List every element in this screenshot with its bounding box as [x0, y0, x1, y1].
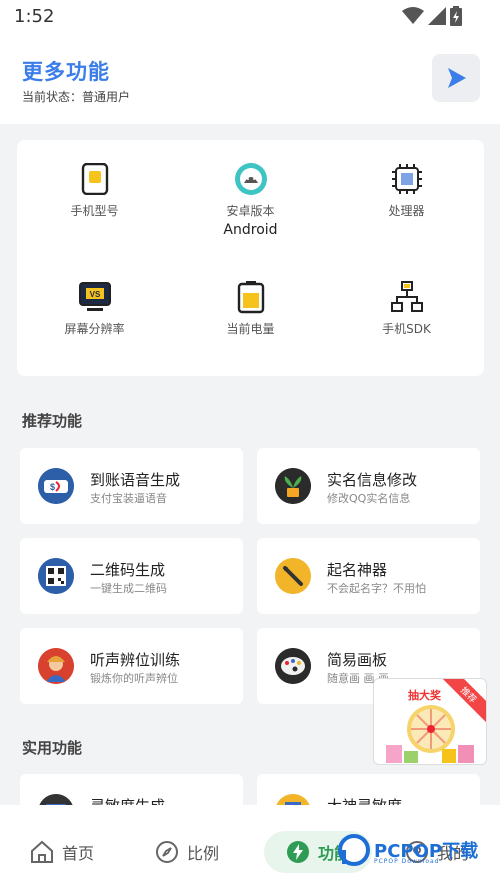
device-info-card: 手机型号 安卓版本 Android 处理器 VS 屏幕分辨率 当前电量 手机SD… — [17, 140, 484, 376]
wifi-icon — [402, 7, 424, 24]
feature-sound-training[interactable]: 听声辨位训练 锻炼你的听声辨位 — [20, 628, 243, 704]
feature-payment-voice[interactable]: $ 到账语音生成 支付宝装逼语音 — [20, 448, 243, 524]
info-label: 安卓版本 — [226, 204, 275, 218]
page-title: 更多功能 — [22, 60, 110, 84]
battery-icon — [234, 280, 268, 314]
feature-desc: 锻炼你的听声辨位 — [90, 672, 178, 685]
info-processor[interactable]: 处理器 — [329, 162, 484, 219]
plant-icon — [275, 468, 311, 504]
promo-title: 抽大奖 — [408, 689, 441, 702]
info-label: 处理器 — [388, 204, 425, 218]
info-sdk[interactable]: 手机SDK — [329, 280, 484, 337]
nav-label: 首页 — [62, 844, 95, 863]
section-title-recommended: 推荐功能 — [22, 412, 83, 430]
feature-name: 起名神器 — [327, 561, 388, 579]
network-icon — [390, 280, 424, 314]
watermark-sub: PCPOP Download — [374, 858, 440, 865]
info-phone-model[interactable]: 手机型号 — [17, 162, 172, 219]
nav-ratio[interactable]: 比例 — [155, 831, 219, 873]
status-time: 1:52 — [14, 6, 55, 27]
monitor-icon: VS — [78, 280, 112, 314]
lottery-promo[interactable]: 抽大奖 推荐 — [373, 678, 487, 765]
phone-icon — [78, 162, 112, 196]
feature-desc: 不会起名字？不用怕 — [327, 582, 426, 595]
battery-status-icon — [450, 6, 462, 26]
android-icon — [234, 162, 268, 196]
compass-icon — [156, 841, 178, 863]
play-button[interactable] — [432, 54, 480, 102]
feature-desc: 修改QQ实名信息 — [327, 492, 411, 505]
svg-text:$: $ — [50, 482, 55, 492]
pcpop-logo-icon — [338, 834, 370, 866]
info-label: 屏幕分辨率 — [64, 322, 125, 336]
cpu-icon — [390, 162, 424, 196]
feature-realname-edit[interactable]: 实名信息修改 修改QQ实名信息 — [257, 448, 480, 524]
nav-label: 比例 — [187, 844, 220, 863]
prize-wheel-icon — [386, 705, 474, 763]
pen-icon — [275, 558, 311, 594]
svg-text:VS: VS — [89, 290, 100, 299]
feature-desc: 支付宝装逼语音 — [90, 492, 167, 505]
feature-desc: 一键生成二维码 — [90, 582, 167, 595]
pcpop-watermark: PCPOP下载 PCPOP Download — [338, 834, 478, 866]
feature-name: 实名信息修改 — [327, 471, 418, 489]
qrcode-icon — [38, 558, 74, 594]
info-resolution[interactable]: VS 屏幕分辨率 — [17, 280, 172, 337]
status-bar: 1:52 — [0, 0, 500, 34]
page-header: 更多功能 当前状态：普通用户 — [0, 34, 500, 124]
payment-voice-icon: $ — [38, 468, 74, 504]
feature-name: 听声辨位训练 — [90, 651, 181, 669]
info-label: 手机型号 — [70, 204, 119, 218]
info-label: 当前电量 — [226, 322, 275, 336]
feature-name: 到账语音生成 — [90, 471, 181, 489]
signal-icon — [428, 7, 446, 25]
soldier-icon — [38, 648, 74, 684]
palette-icon — [275, 648, 311, 684]
section-title-practical: 实用功能 — [22, 739, 83, 757]
status-icons — [402, 6, 462, 26]
info-label: 手机SDK — [382, 322, 431, 336]
info-battery[interactable]: 当前电量 — [173, 280, 328, 337]
feature-name: 简易画板 — [327, 651, 388, 669]
user-status: 当前状态：普通用户 — [22, 90, 131, 104]
bolt-icon — [287, 841, 309, 863]
info-android-version[interactable]: 安卓版本 Android — [173, 162, 328, 238]
play-icon — [448, 68, 466, 88]
feature-naming[interactable]: 起名神器 不会起名字？不用怕 — [257, 538, 480, 614]
feature-qrcode[interactable]: 二维码生成 一键生成二维码 — [20, 538, 243, 614]
info-value: Android — [223, 222, 278, 238]
home-icon — [31, 840, 53, 863]
feature-name: 二维码生成 — [90, 561, 166, 579]
nav-home[interactable]: 首页 — [30, 831, 94, 873]
